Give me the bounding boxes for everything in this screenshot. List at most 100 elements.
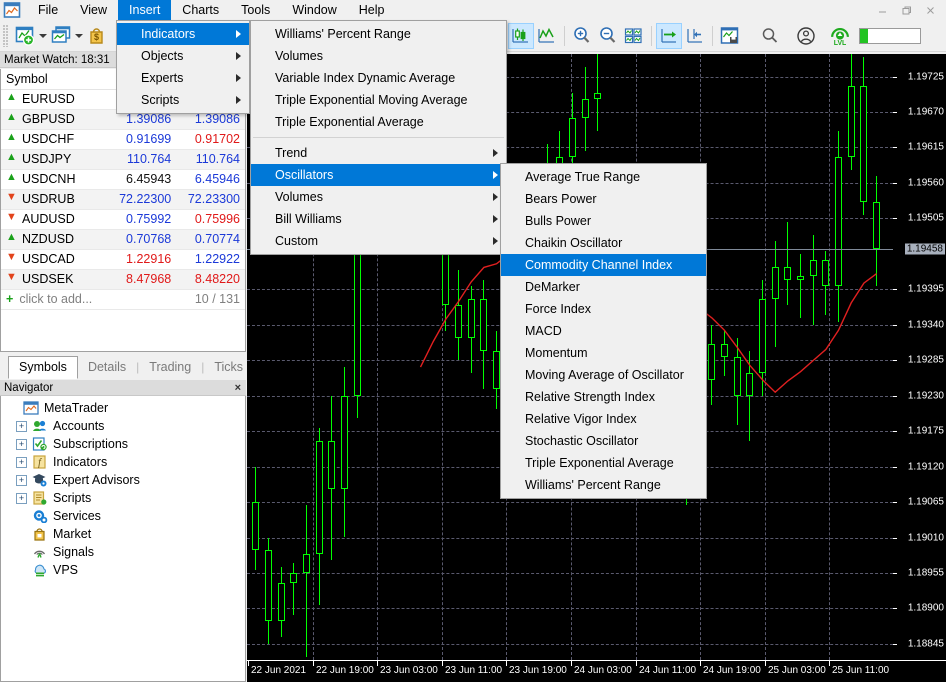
menu-tools[interactable]: Tools [230, 0, 281, 20]
menu-insert[interactable]: Insert [118, 0, 172, 20]
expand-icon[interactable]: + [16, 474, 27, 486]
candlestick-chart-button[interactable] [508, 22, 534, 49]
oscillator-triple-exponential-average[interactable]: Triple Exponential Average [501, 452, 706, 474]
time-axis-label: 24 Jun 11:00 [639, 665, 697, 676]
profiles-button[interactable] [48, 23, 74, 49]
account-button[interactable] [793, 23, 819, 49]
menu-item-scripts[interactable]: Scripts [117, 89, 249, 111]
price-axis-label: 1.19010 [907, 532, 944, 543]
maximize-button[interactable] [894, 0, 918, 20]
price-axis[interactable]: 1.19725 1.19670 1.19615 1.19560 1.19505 1.193… [893, 54, 946, 660]
nav-item-services[interactable]: Services [7, 507, 245, 525]
nav-item-subscriptions[interactable]: + Subscriptions [7, 435, 245, 453]
oscillator-commodity-channel-index[interactable]: Commodity Channel Index [501, 254, 706, 276]
oscillator-bears-power[interactable]: Bears Power [501, 188, 706, 210]
nav-item-scripts[interactable]: + Scripts [7, 489, 245, 507]
indicator-triple-exponential-moving-average[interactable]: Triple Exponential Moving Average [251, 89, 506, 111]
price-tick [893, 147, 897, 149]
table-row[interactable]: USDCHF 0.91699 0.91702 [1, 129, 245, 150]
menu-item-objects[interactable]: Objects [117, 45, 249, 67]
table-row[interactable]: USDJPY 110.764 110.764 [1, 149, 245, 170]
oscillator-macd[interactable]: MACD [501, 320, 706, 342]
oscillator-relative-vigor-index[interactable]: Relative Vigor Index [501, 408, 706, 430]
indicator-volumes[interactable]: Volumes [251, 45, 506, 67]
table-row[interactable]: USDCNH 6.45943 6.45946 [1, 169, 245, 190]
left-dock: Market Watch: 18:31 Symbol EURUSD [0, 52, 246, 682]
new-chart-button[interactable] [12, 23, 38, 49]
menu-window[interactable]: Window [281, 0, 347, 20]
tab-ticks[interactable]: Ticks [204, 357, 253, 378]
tab-details[interactable]: Details [78, 357, 136, 378]
nav-item-market[interactable]: Market [7, 525, 245, 543]
category-trend[interactable]: Trend [251, 142, 506, 164]
nav-item-metatrader[interactable]: MetaTrader [7, 399, 245, 417]
chart-shift-button[interactable] [682, 23, 708, 49]
category-bill-williams[interactable]: Bill Williams [251, 208, 506, 230]
line-chart-button[interactable] [534, 23, 560, 49]
menu-item-experts[interactable]: Experts [117, 67, 249, 89]
toolbar-grip[interactable] [3, 24, 9, 47]
oscillators-menu-popup[interactable]: Average True Range Bears Power Bulls Pow… [500, 163, 707, 499]
add-symbol-row[interactable]: + click to add... 10 / 131 [1, 289, 245, 310]
menu-view[interactable]: View [69, 0, 118, 20]
nav-item-accounts[interactable]: + Accounts [7, 417, 245, 435]
category-oscillators[interactable]: Oscillators [251, 164, 506, 186]
menu-charts[interactable]: Charts [171, 0, 230, 20]
close-button[interactable] [918, 0, 942, 20]
insert-menu-popup[interactable]: Indicators Objects Experts Scripts [116, 20, 250, 114]
nav-item-indicators[interactable]: + f Indicators [7, 453, 245, 471]
level-indicator[interactable]: LVL [827, 23, 853, 49]
minimize-button[interactable] [870, 0, 894, 20]
nav-item-vps[interactable]: VPS [7, 561, 245, 579]
expand-icon[interactable]: + [16, 420, 27, 432]
indicator-variable-index-dynamic-average[interactable]: Variable Index Dynamic Average [251, 67, 506, 89]
table-row[interactable]: USDRUB 72.22300 72.23300 [1, 189, 245, 210]
oscillator-relative-strength-index[interactable]: Relative Strength Index [501, 386, 706, 408]
oscillator-chaikin-oscillator[interactable]: Chaikin Oscillator [501, 232, 706, 254]
profiles-dropdown[interactable] [74, 23, 84, 49]
trend-down-icon [6, 271, 17, 284]
table-row[interactable]: USDSEK 8.47968 8.48220 [1, 269, 245, 290]
new-order-button[interactable]: $ [84, 23, 110, 49]
indicator-triple-exponential-average[interactable]: Triple Exponential Average [251, 111, 506, 133]
connection-meter[interactable] [859, 27, 921, 44]
table-row[interactable]: USDCAD 1.22916 1.22922 [1, 249, 245, 270]
save-template-button[interactable] [717, 23, 743, 49]
new-chart-dropdown[interactable] [38, 23, 48, 49]
menu-file[interactable]: File [27, 0, 69, 20]
category-volumes[interactable]: Volumes [251, 186, 506, 208]
menu-help[interactable]: Help [348, 0, 396, 20]
expand-icon[interactable]: + [16, 456, 27, 468]
time-axis[interactable]: 22 Jun 2021 22 Jun 19:00 23 Jun 03:00 23 Ju… [247, 660, 946, 682]
oscillator-demarker[interactable]: DeMarker [501, 276, 706, 298]
zoom-in-button[interactable] [569, 23, 595, 49]
table-row[interactable]: NZDUSD 0.70768 0.70774 [1, 229, 245, 250]
nav-item-expert-advisors[interactable]: + Expert Advisors [7, 471, 245, 489]
oscillator-stochastic-oscillator[interactable]: Stochastic Oscillator [501, 430, 706, 452]
oscillator-williams-percent-range[interactable]: Williams' Percent Range [501, 474, 706, 496]
tile-windows-button[interactable] [621, 23, 647, 49]
category-custom[interactable]: Custom [251, 230, 506, 252]
expand-icon[interactable]: + [16, 438, 27, 450]
search-button[interactable] [757, 23, 783, 49]
indicator-williams-percent-range[interactable]: Williams' Percent Range [251, 23, 506, 45]
oscillator-bulls-power[interactable]: Bulls Power [501, 210, 706, 232]
table-row[interactable]: AUDUSD 0.75992 0.75996 [1, 209, 245, 230]
close-icon[interactable]: × [235, 380, 241, 396]
column-header-symbol[interactable]: Symbol [1, 69, 108, 90]
nav-item-signals[interactable]: Signals [7, 543, 245, 561]
tab-symbols[interactable]: Symbols [8, 356, 78, 379]
oscillator-moving-average-of-oscillator[interactable]: Moving Average of Oscillator [501, 364, 706, 386]
price-axis-label: 1.19725 [907, 71, 944, 83]
zoom-out-button[interactable] [595, 23, 621, 49]
oscillator-average-true-range[interactable]: Average True Range [501, 166, 706, 188]
symbol-cell: USDRUB [1, 189, 108, 210]
oscillator-force-index[interactable]: Force Index [501, 298, 706, 320]
oscillator-momentum[interactable]: Momentum [501, 342, 706, 364]
indicators-menu-popup[interactable]: Williams' Percent Range Volumes Variable… [250, 20, 507, 255]
add-symbol-cell[interactable]: + click to add... [1, 289, 108, 310]
expand-icon[interactable]: + [16, 492, 27, 504]
auto-scroll-button[interactable] [656, 22, 682, 49]
menu-item-indicators[interactable]: Indicators [117, 23, 249, 45]
tab-trading[interactable]: Trading [139, 357, 201, 378]
